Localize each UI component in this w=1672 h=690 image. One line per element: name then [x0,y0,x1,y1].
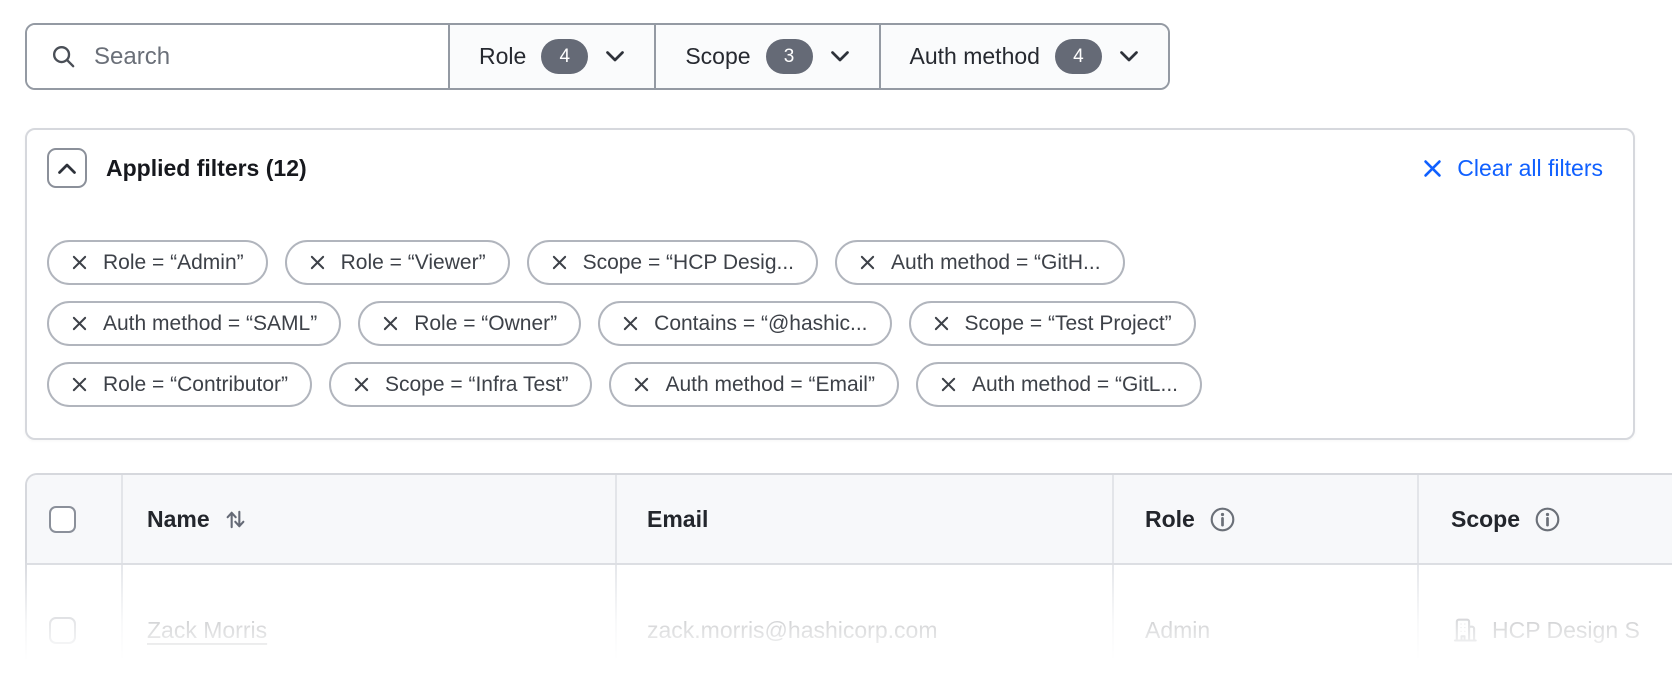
users-table: Name Email Role Scope [25,473,1672,690]
remove-filter-icon[interactable] [353,376,370,393]
filter-tag-label: Auth method = “GitH... [891,251,1101,275]
select-all-checkbox[interactable] [49,506,76,533]
search-input[interactable]: Search [27,25,448,88]
filter-tag[interactable]: Scope = “HCP Desig... [527,240,818,285]
filter-tag-label: Scope = “HCP Desig... [583,251,794,275]
user-email: zack.morris@hashicorp.com [647,617,937,644]
filter-tag-label: Role = “Admin” [103,251,244,275]
role-info-icon[interactable] [1209,506,1236,533]
applied-filter-tags: Role = “Admin” Role = “Viewer” Scope = “… [27,240,1633,407]
scope-filter-count-badge: 3 [766,39,813,74]
sort-icon[interactable] [224,507,247,532]
filter-tag-label: Scope = “Test Project” [965,312,1172,336]
user-scope: HCP Design S [1492,617,1640,644]
filter-tag[interactable]: Contains = “@hashic... [598,301,891,346]
remove-filter-icon[interactable] [551,254,568,271]
table-row: Zack Morris zack.morris@hashicorp.com Ad… [27,565,1672,690]
filter-tag[interactable]: Auth method = “Email” [609,362,899,407]
table-header-row: Name Email Role Scope [27,475,1672,565]
filter-tag-label: Auth method = “GitL... [972,373,1178,397]
filter-tag[interactable]: Auth method = “GitL... [916,362,1202,407]
filter-tag[interactable]: Role = “Contributor” [47,362,312,407]
remove-filter-icon[interactable] [933,315,950,332]
remove-filter-icon[interactable] [71,254,88,271]
chevron-up-icon [57,162,77,175]
header-name: Name [121,475,615,563]
filter-tag-label: Role = “Viewer” [341,251,486,275]
filter-tag[interactable]: Role = “Owner” [358,301,581,346]
role-filter-dropdown[interactable]: Role 4 [448,25,654,88]
tag-row: Auth method = “SAML” Role = “Owner” Cont… [47,301,1613,346]
filter-tag-label: Auth method = “SAML” [103,312,317,336]
header-scope: Scope [1417,475,1672,563]
remove-filter-icon[interactable] [633,376,650,393]
applied-filters-panel: Applied filters (12) Clear all filters R… [25,128,1635,440]
role-filter-count-badge: 4 [541,39,588,74]
row-scope-cell: HCP Design S [1417,565,1672,690]
search-icon [50,43,77,70]
filter-tag[interactable]: Auth method = “GitH... [835,240,1125,285]
filter-tag[interactable]: Scope = “Test Project” [909,301,1196,346]
applied-filters-title: Applied filters (12) [106,155,307,182]
auth-method-filter-label: Auth method [910,43,1040,70]
remove-filter-icon[interactable] [71,315,88,332]
row-name-cell: Zack Morris [121,565,615,690]
remove-filter-icon[interactable] [382,315,399,332]
remove-filter-icon[interactable] [940,376,957,393]
role-column-label: Role [1145,506,1195,533]
filter-tag[interactable]: Scope = “Infra Test” [329,362,592,407]
scope-column-label: Scope [1451,506,1520,533]
user-role: Admin [1145,617,1210,644]
chevron-down-icon [1119,50,1139,63]
header-checkbox-cell [27,475,121,563]
collapse-filters-button[interactable] [47,148,87,188]
filter-tag-label: Contains = “@hashic... [654,312,867,336]
header-email: Email [615,475,1112,563]
auth-method-filter-count-badge: 4 [1055,39,1102,74]
filter-tag-label: Scope = “Infra Test” [385,373,568,397]
filter-tag[interactable]: Role = “Admin” [47,240,268,285]
chevron-down-icon [605,50,625,63]
filter-bar: Search Role 4 Scope 3 Auth method 4 [25,23,1170,90]
remove-filter-icon[interactable] [859,254,876,271]
filter-tag-label: Role = “Contributor” [103,373,288,397]
clear-x-icon [1422,158,1443,179]
role-filter-label: Role [479,43,526,70]
filter-tag-label: Auth method = “Email” [665,373,875,397]
chevron-down-icon [830,50,850,63]
tag-row: Role = “Contributor” Scope = “Infra Test… [47,362,1613,407]
filter-tag-label: Role = “Owner” [414,312,557,336]
scope-filter-label: Scope [685,43,750,70]
row-email-cell: zack.morris@hashicorp.com [615,565,1112,690]
row-role-cell: Admin [1112,565,1417,690]
filter-tag[interactable]: Role = “Viewer” [285,240,510,285]
search-placeholder: Search [94,43,170,71]
row-checkbox[interactable] [49,617,76,644]
remove-filter-icon[interactable] [622,315,639,332]
user-name-link[interactable]: Zack Morris [147,617,267,644]
clear-all-filters-label: Clear all filters [1457,155,1603,182]
organization-icon [1451,616,1479,644]
remove-filter-icon[interactable] [309,254,326,271]
applied-filters-header: Applied filters (12) Clear all filters [27,130,1633,188]
scope-filter-dropdown[interactable]: Scope 3 [654,25,878,88]
row-checkbox-cell [27,565,121,690]
auth-method-filter-dropdown[interactable]: Auth method 4 [879,25,1168,88]
filter-tag[interactable]: Auth method = “SAML” [47,301,341,346]
name-column-label: Name [147,506,210,533]
scope-info-icon[interactable] [1534,506,1561,533]
remove-filter-icon[interactable] [71,376,88,393]
clear-all-filters-button[interactable]: Clear all filters [1422,155,1603,182]
header-role: Role [1112,475,1417,563]
email-column-label: Email [647,506,708,533]
page: Search Role 4 Scope 3 Auth method 4 [0,0,1672,690]
tag-row: Role = “Admin” Role = “Viewer” Scope = “… [47,240,1613,285]
